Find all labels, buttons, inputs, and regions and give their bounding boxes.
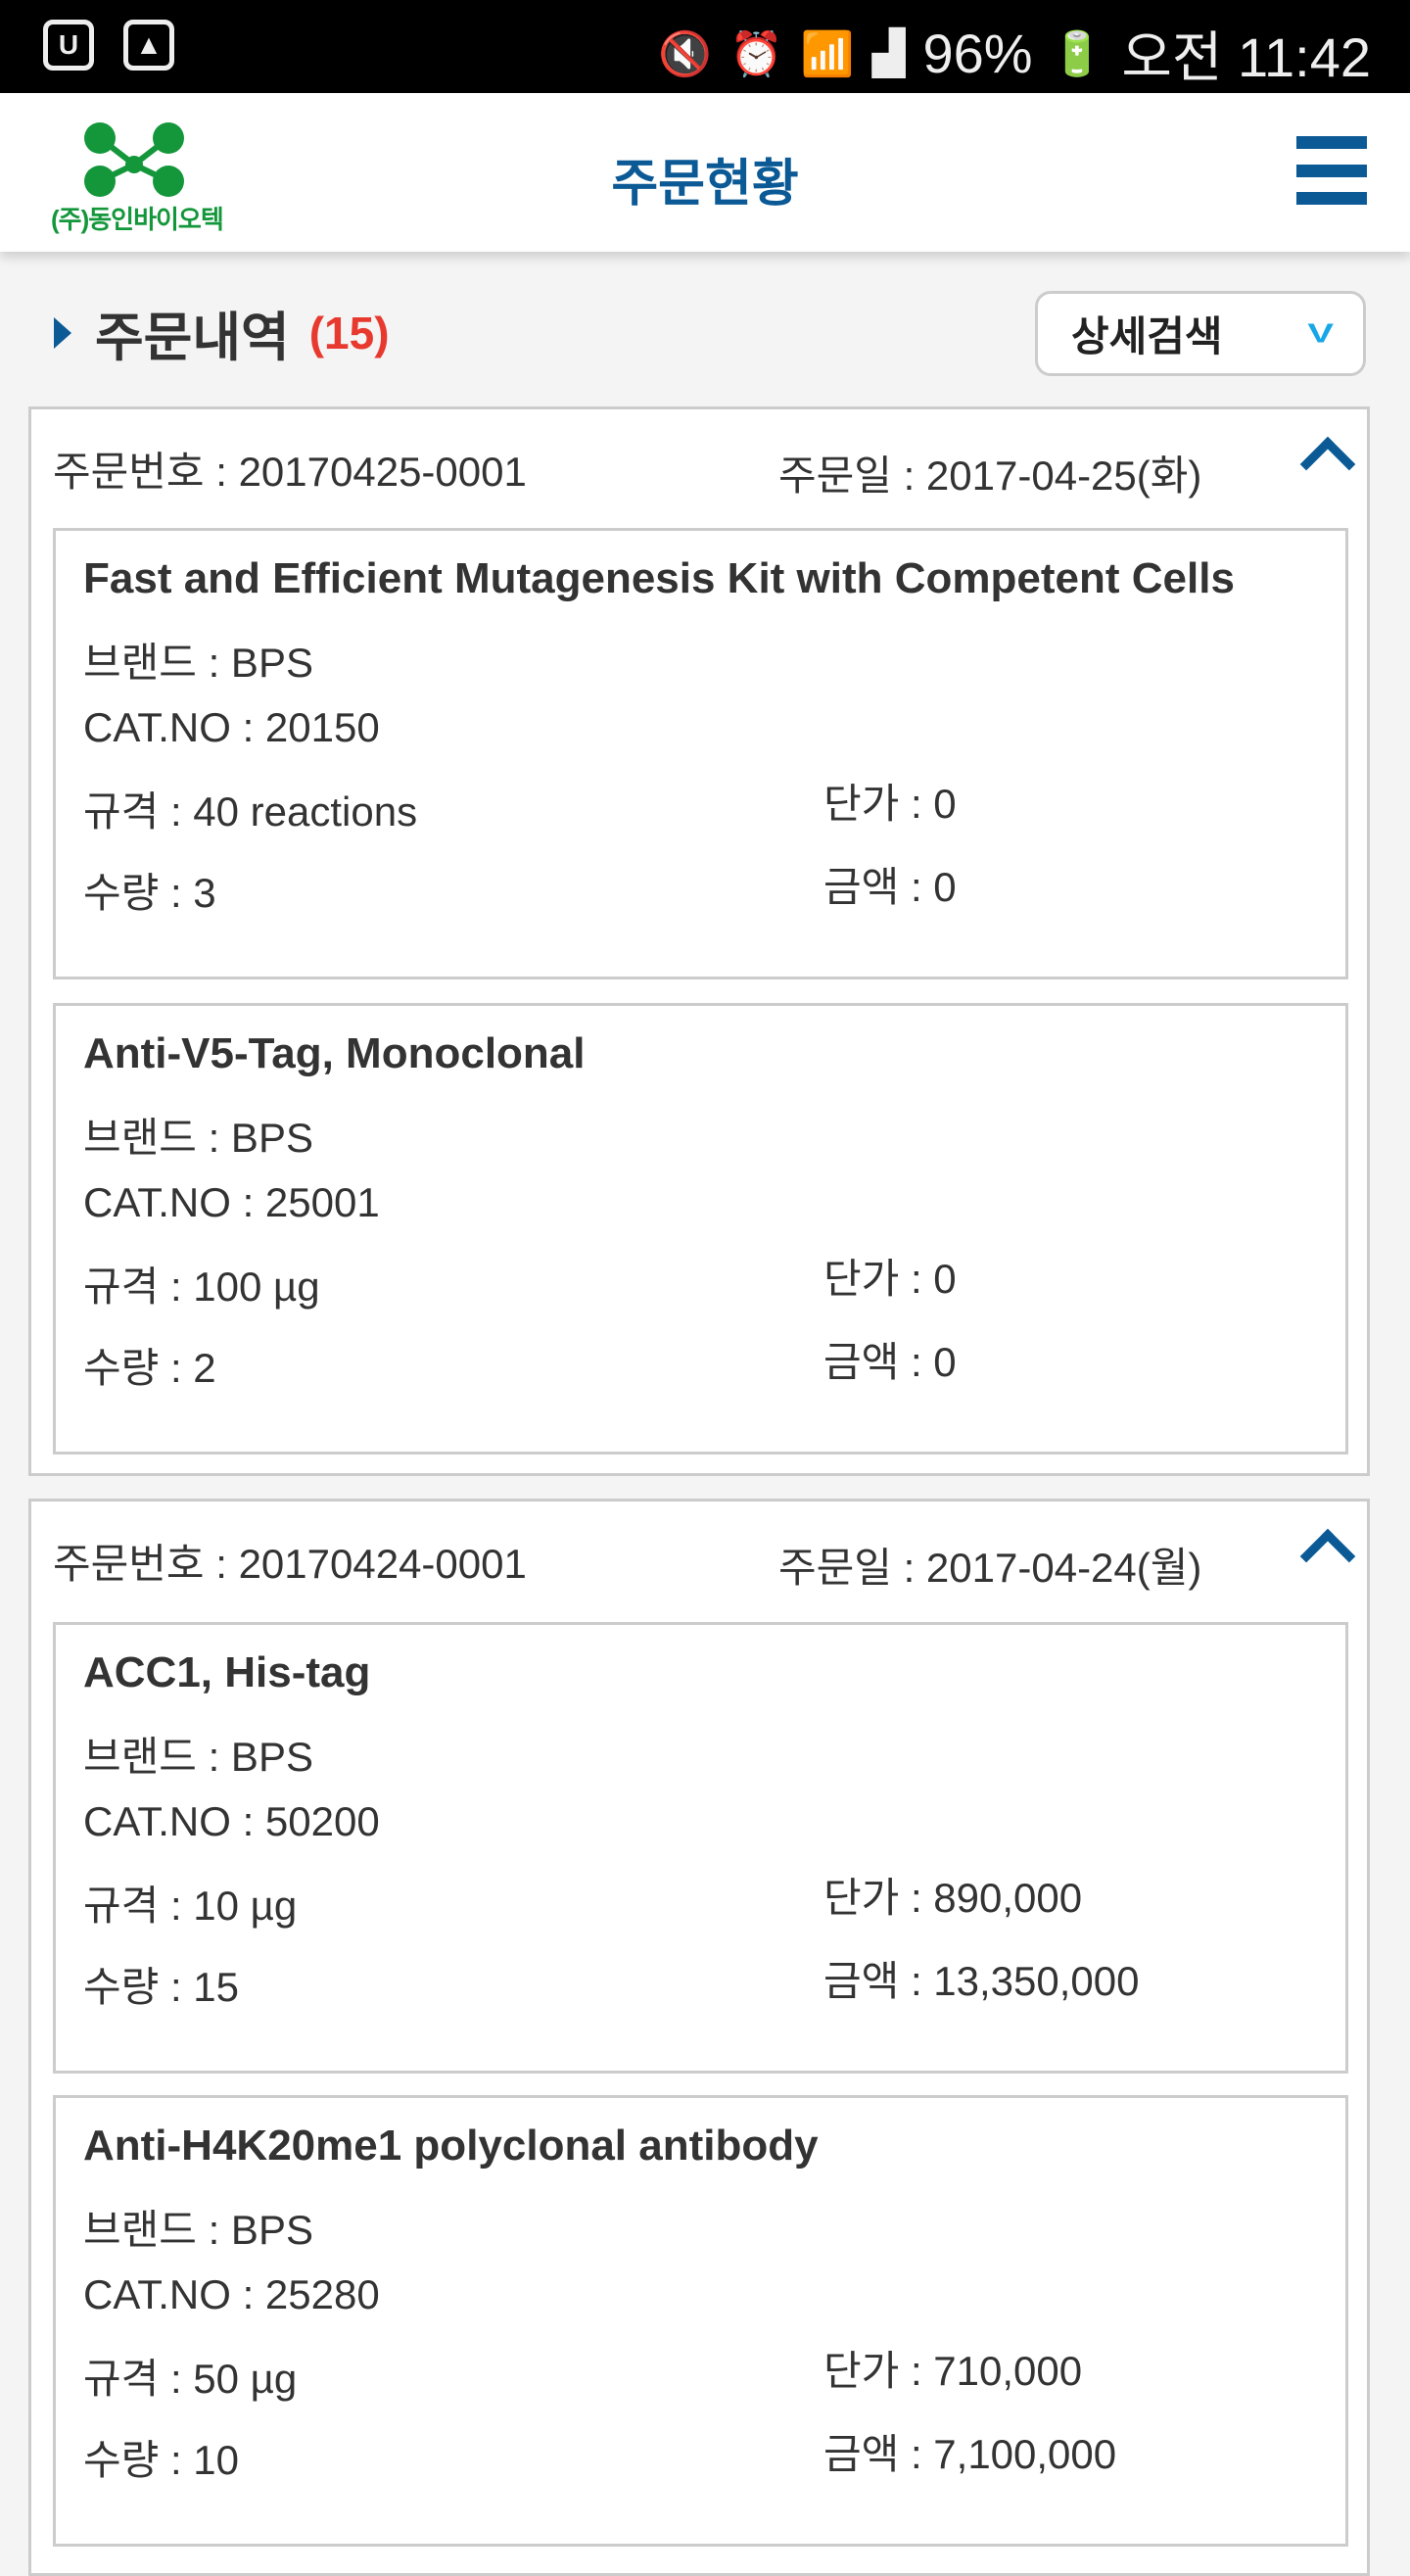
image-notification-icon: ▲ (123, 20, 174, 71)
item-spec: 규격 : 100 µg (83, 1264, 320, 1310)
item-qty: 수량 : 15 (83, 1964, 240, 2010)
chevron-up-icon[interactable] (1299, 1528, 1356, 1585)
app-notification-icon: U (43, 20, 94, 71)
item-cat-no: CAT.NO : 25280 (83, 2271, 380, 2317)
item-amount: 금액 : 0 (823, 1339, 957, 1385)
order-item: Anti-H4K20me1 polyclonal antibody 브랜드 : … (53, 2095, 1348, 2547)
order-number: 주문번호 : 20170424-0001 (53, 1541, 527, 1587)
item-qty: 수량 : 2 (83, 1345, 216, 1391)
item-spec: 규격 : 50 µg (83, 2356, 298, 2402)
item-brand: 브랜드 : BPS (83, 1734, 313, 1780)
item-unit-price: 단가 : 0 (823, 781, 957, 827)
status-bar: U ▲ 🔇 ⏰ 📶 ▟ 96% 🔋 오전 11:42 (0, 0, 1410, 93)
order-item: Anti-V5-Tag, Monoclonal 브랜드 : BPS CAT.NO… (53, 1003, 1348, 1455)
hamburger-menu-icon[interactable] (1296, 136, 1367, 205)
section-heading: 주문내역 (15) (54, 294, 390, 371)
order-item: Fast and Efficient Mutagenesis Kit with … (53, 528, 1348, 979)
item-cat-no: CAT.NO : 50200 (83, 1798, 380, 1844)
wifi-icon: 📶 (800, 29, 855, 78)
item-unit-price: 단가 : 890,000 (823, 1875, 1083, 1921)
item-spec: 규격 : 10 µg (83, 1883, 298, 1929)
order-date: 주문일 : 2017-04-25(화) (778, 453, 1202, 499)
item-brand: 브랜드 : BPS (83, 640, 313, 686)
item-unit-price: 단가 : 0 (823, 1256, 957, 1302)
item-amount: 금액 : 13,350,000 (823, 1958, 1140, 2004)
item-cat-no: CAT.NO : 25001 (83, 1179, 380, 1225)
item-brand: 브랜드 : BPS (83, 2207, 313, 2253)
item-name: ACC1, His-tag (83, 1648, 371, 1696)
chevron-up-icon[interactable] (1299, 436, 1356, 493)
clock: 오전 11:42 (1121, 26, 1371, 88)
battery-percent: 96% (922, 23, 1033, 84)
page-title: 주문현황 (611, 156, 799, 213)
mute-icon: 🔇 (658, 29, 713, 78)
detail-search-button[interactable]: 상세검색 V (1035, 291, 1366, 376)
item-cat-no: CAT.NO : 20150 (83, 704, 380, 750)
item-qty: 수량 : 10 (83, 2437, 240, 2483)
item-brand: 브랜드 : BPS (83, 1115, 313, 1161)
item-name: Anti-H4K20me1 polyclonal antibody (83, 2122, 819, 2170)
alarm-icon: ⏰ (729, 29, 783, 78)
order-date: 주문일 : 2017-04-24(월) (778, 1545, 1202, 1591)
detail-search-label: 상세검색 (1071, 313, 1223, 359)
item-spec: 규격 : 40 reactions (83, 788, 418, 835)
item-qty: 수량 : 3 (83, 870, 216, 916)
signal-icon: ▟ (871, 29, 906, 77)
order-count: (15) (308, 307, 390, 358)
triangle-bullet-icon (54, 316, 71, 349)
app-header: (주)동인바이오텍 주문현황 (0, 93, 1410, 252)
chevron-down-icon: V (1307, 317, 1334, 349)
order-number: 주문번호 : 20170425-0001 (53, 449, 527, 495)
order-card: 주문번호 : 20170425-0001 주문일 : 2017-04-25(화)… (28, 406, 1370, 1476)
item-name: Anti-V5-Tag, Monoclonal (83, 1029, 586, 1077)
order-card: 주문번호 : 20170424-0001 주문일 : 2017-04-24(월)… (28, 1499, 1370, 2576)
battery-charging-icon: 🔋 (1050, 29, 1104, 78)
order-item: ACC1, His-tag 브랜드 : BPS CAT.NO : 50200 규… (53, 1622, 1348, 2074)
item-amount: 금액 : 0 (823, 864, 957, 910)
section-title: 주문내역 (95, 309, 290, 367)
item-unit-price: 단가 : 710,000 (823, 2348, 1083, 2394)
item-name: Fast and Efficient Mutagenesis Kit with … (83, 554, 1235, 602)
item-amount: 금액 : 7,100,000 (823, 2431, 1117, 2477)
